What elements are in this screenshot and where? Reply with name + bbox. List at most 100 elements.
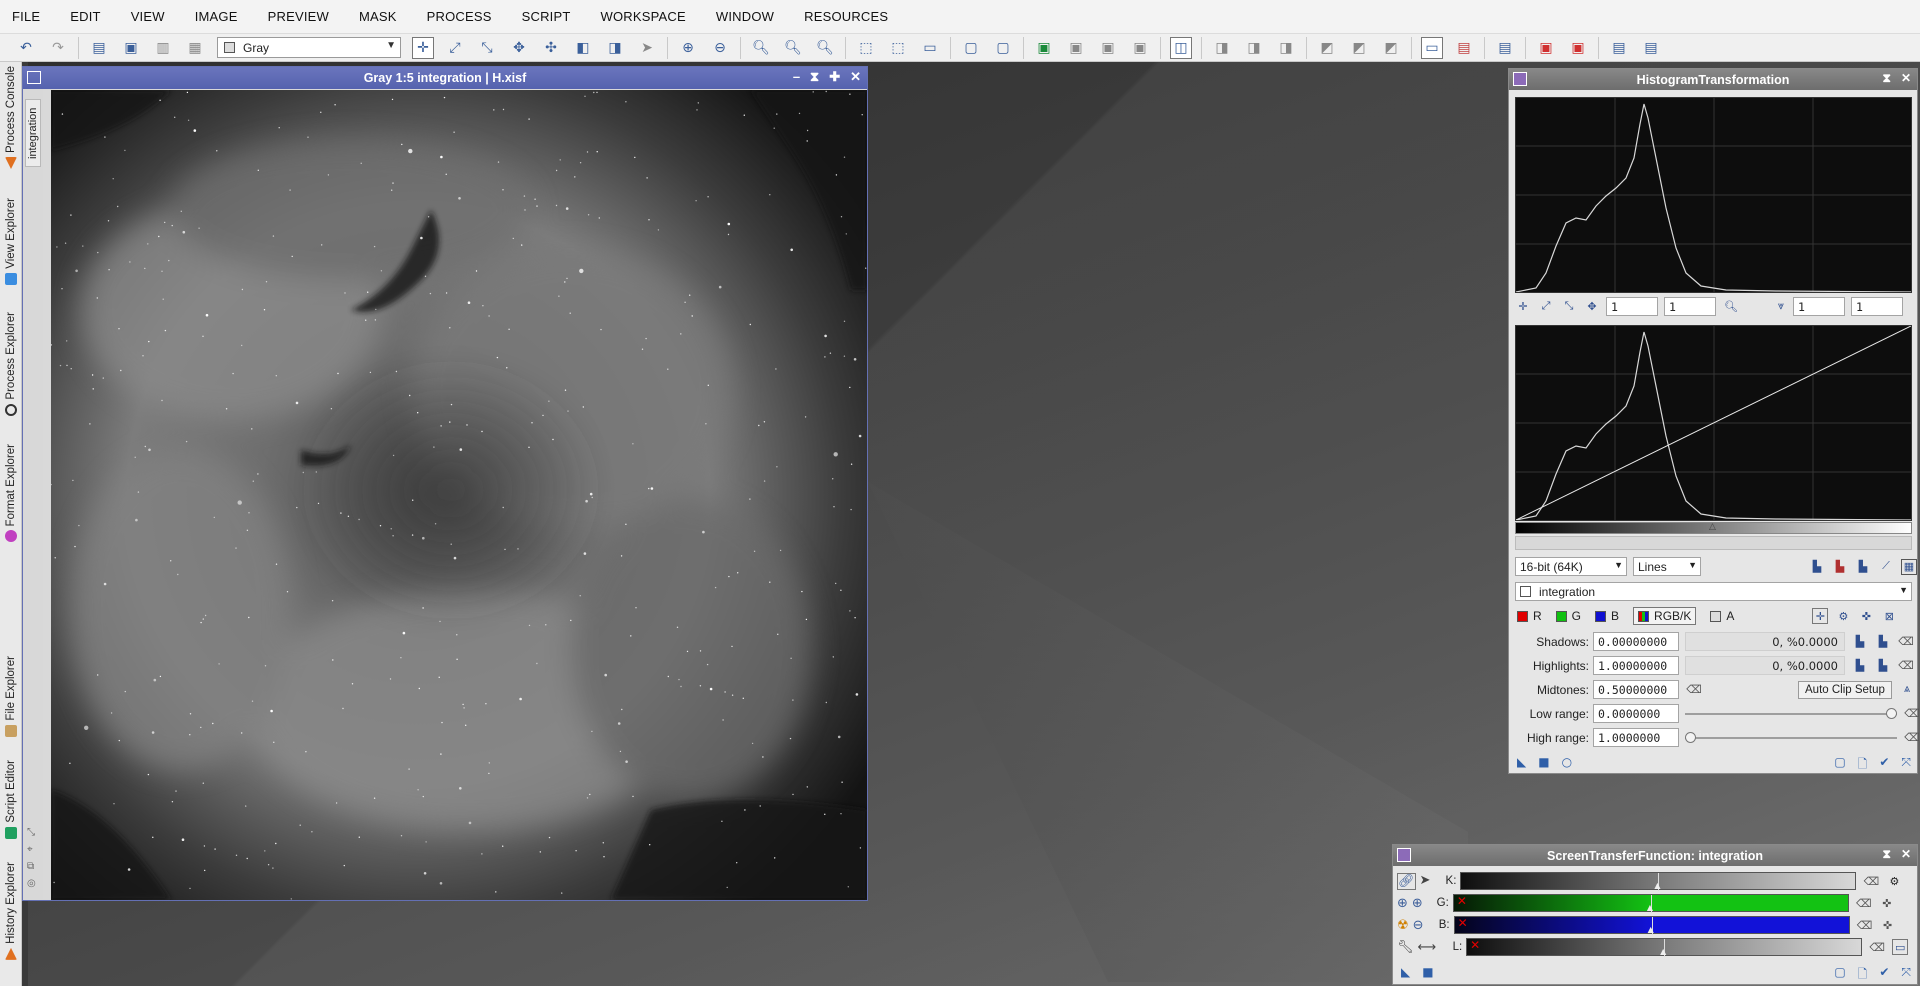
low-range-input[interactable]: 0.0000000 xyxy=(1593,704,1679,723)
crosshair-icon[interactable]: ✛ xyxy=(1515,299,1531,315)
midtones-triangle-icon[interactable]: △ xyxy=(1709,522,1716,532)
apply-global-icon[interactable]: ■ xyxy=(1538,755,1549,769)
link-channels-icon[interactable]: 🔗︎ xyxy=(1397,872,1416,890)
window-1-icon[interactable]: ▤ xyxy=(1608,37,1630,59)
settings-gear-icon[interactable]: ⚙ xyxy=(1835,608,1851,624)
dock-tab-script-editor[interactable]: Script Editor xyxy=(0,760,22,839)
center-view-icon[interactable]: ✣ xyxy=(540,37,562,59)
zoom-3-icon[interactable]: 🔍︎ xyxy=(814,37,836,59)
preview-window-icon[interactable]: ▭ xyxy=(919,37,941,59)
reset-image-icon[interactable]: ▣ xyxy=(120,37,142,59)
midtone-marker-icon[interactable]: ▲ xyxy=(1660,947,1666,956)
histogram-mode-3-icon[interactable]: ▙ xyxy=(1855,559,1871,575)
script-4-icon[interactable]: ▣ xyxy=(1129,37,1151,59)
output-zoom-vertical-input[interactable]: 1 xyxy=(1851,297,1903,316)
zoom-to-fit-icon[interactable]: ⤡ xyxy=(476,37,498,59)
auto-clip-expand-icon[interactable]: ⩓ xyxy=(1899,682,1915,698)
zoom-vertical-input[interactable]: 1 xyxy=(1664,297,1716,316)
reset-k-icon[interactable]: ⌫ xyxy=(1863,873,1880,889)
channel-a-toggle[interactable]: A xyxy=(1710,609,1734,623)
workspace-2-icon[interactable]: ▤ xyxy=(1453,37,1475,59)
menu-view[interactable]: VIEW xyxy=(131,9,165,24)
script-2-icon[interactable]: ▣ xyxy=(1065,37,1087,59)
dock-tab-view-explorer[interactable]: View Explorer xyxy=(0,198,22,285)
reset-b-icon[interactable]: ⌫ xyxy=(1857,917,1873,933)
crosshair-g-icon[interactable]: ✜ xyxy=(1879,895,1895,911)
histogram-mode-1-icon[interactable]: ▙ xyxy=(1809,559,1825,575)
stf-bar-b[interactable]: ✕ ▲ xyxy=(1453,916,1850,935)
high-range-slider-knob[interactable] xyxy=(1685,732,1696,743)
maximize-icon[interactable]: ✚ xyxy=(829,69,840,85)
high-range-input[interactable]: 1.0000000 xyxy=(1593,728,1679,747)
output-histogram-graph[interactable] xyxy=(1515,325,1912,521)
auto-stretch-icon[interactable]: ⚙ xyxy=(1886,873,1902,889)
shade-icon[interactable]: ⧗ xyxy=(1883,847,1891,862)
pan-icon[interactable]: ✥ xyxy=(1584,299,1600,315)
pointer-icon[interactable]: ➤ xyxy=(1420,873,1431,890)
reset-channel-icon[interactable]: ⊠ xyxy=(1881,608,1897,624)
highlights-auto-icon[interactable]: ▙ xyxy=(1875,658,1891,674)
midtones-reset-icon[interactable]: ⌫ xyxy=(1686,682,1702,698)
menu-image[interactable]: IMAGE xyxy=(195,9,238,24)
apply-check-icon[interactable]: ✔ xyxy=(1879,755,1889,776)
mask-edge-icon[interactable]: ◧ xyxy=(572,37,594,59)
double-chevron-down-icon[interactable]: ⩔ xyxy=(1773,299,1789,315)
process-2-icon[interactable]: ◨ xyxy=(1243,37,1265,59)
window-2-icon[interactable]: ▤ xyxy=(1640,37,1662,59)
process-icon[interactable]: ◫ xyxy=(1170,36,1192,59)
stf-bar-l[interactable]: ✕ ▲ xyxy=(1466,938,1863,957)
menu-workspace[interactable]: WORKSPACE xyxy=(601,9,686,24)
channel-g-toggle[interactable]: G xyxy=(1555,609,1581,623)
grid-icon[interactable]: ▦ xyxy=(1901,558,1917,575)
edit-preview-icon[interactable]: ⬚ xyxy=(887,37,909,59)
wrench-icon[interactable]: 🔧︎ xyxy=(1397,940,1414,955)
histogram-mode-2-icon[interactable]: ▙ xyxy=(1832,559,1848,575)
browse-docs-icon[interactable]: ▢ xyxy=(1834,755,1845,776)
zoom-icon[interactable]: 🔍︎ xyxy=(1723,299,1739,315)
edit-instance-icon[interactable]: 🗋︎ xyxy=(1858,965,1868,986)
channel-r-toggle[interactable]: R xyxy=(1517,609,1542,623)
dock-tab-file-explorer[interactable]: File Explorer xyxy=(0,656,22,737)
midtone-marker-icon[interactable]: ▲ xyxy=(1654,881,1660,890)
new-preview-icon[interactable]: ⬚ xyxy=(855,37,877,59)
reset-icon[interactable]: ⤧ xyxy=(1901,755,1911,776)
zoom-out-icon[interactable]: ⊖ xyxy=(709,37,731,59)
low-range-reset-icon[interactable]: ⌫ xyxy=(1904,706,1920,722)
graph-style-select[interactable]: Lines ▼ xyxy=(1633,557,1701,576)
readout-mode-icon[interactable]: ✛ xyxy=(412,36,434,59)
crosshair-icon[interactable]: ⌖ xyxy=(27,844,36,855)
mask-1-icon[interactable]: ▢ xyxy=(960,37,982,59)
workspace-screen-icon[interactable]: ▭ xyxy=(1421,36,1443,59)
stf-bar-k[interactable]: ▲ xyxy=(1460,872,1857,891)
dock-tab-process-explorer[interactable]: Process Explorer xyxy=(0,312,22,416)
swap-image-icon[interactable]: ▦ xyxy=(184,37,206,59)
dock-tab-format-explorer[interactable]: Format Explorer xyxy=(0,444,22,543)
reset-l-icon[interactable]: ⌫ xyxy=(1869,939,1885,955)
auto-clip-setup-button[interactable]: Auto Clip Setup xyxy=(1798,680,1892,699)
close-all-icon[interactable]: ▣ xyxy=(1567,37,1589,59)
shadows-clip-icon[interactable]: ▙ xyxy=(1852,634,1868,650)
zoom-horizontal-input[interactable]: 1 xyxy=(1606,297,1658,316)
readout-icon[interactable]: ✛ xyxy=(1812,608,1829,624)
shrink-icon[interactable]: ⤡ xyxy=(27,827,36,838)
mask-invert-icon[interactable]: ◨ xyxy=(604,37,626,59)
high-range-slider[interactable] xyxy=(1685,728,1897,747)
redo-icon[interactable]: ↷ xyxy=(47,37,69,59)
dock-tab-process-console[interactable]: Process Console xyxy=(0,66,22,169)
new-instance-icon[interactable]: ◣ xyxy=(1517,755,1526,769)
color-mode-select[interactable]: Gray ▼ xyxy=(217,37,401,58)
highlights-input[interactable]: 1.00000000 xyxy=(1593,656,1679,675)
menu-process[interactable]: PROCESS xyxy=(427,9,492,24)
script-1-icon[interactable]: ▣ xyxy=(1033,37,1055,59)
channel-rgbk-toggle[interactable]: RGB/K xyxy=(1633,607,1697,625)
zoom-2-icon[interactable]: 🔍︎ xyxy=(782,37,804,59)
new-image-icon[interactable]: ▤ xyxy=(88,37,110,59)
close-icon[interactable]: ✕ xyxy=(1901,71,1911,86)
midtones-input[interactable]: 0.50000000 xyxy=(1593,680,1679,699)
radiation-icon[interactable]: ☢ xyxy=(1397,918,1409,933)
pan-mode-icon[interactable]: ✥ xyxy=(508,37,530,59)
script-3-icon[interactable]: ▣ xyxy=(1097,37,1119,59)
minimize-icon[interactable]: – xyxy=(793,69,800,85)
new-instance-icon[interactable]: ◣ xyxy=(1401,965,1410,979)
histogram-titlebar[interactable]: HistogramTransformation ⧗ ✕ xyxy=(1509,69,1917,90)
